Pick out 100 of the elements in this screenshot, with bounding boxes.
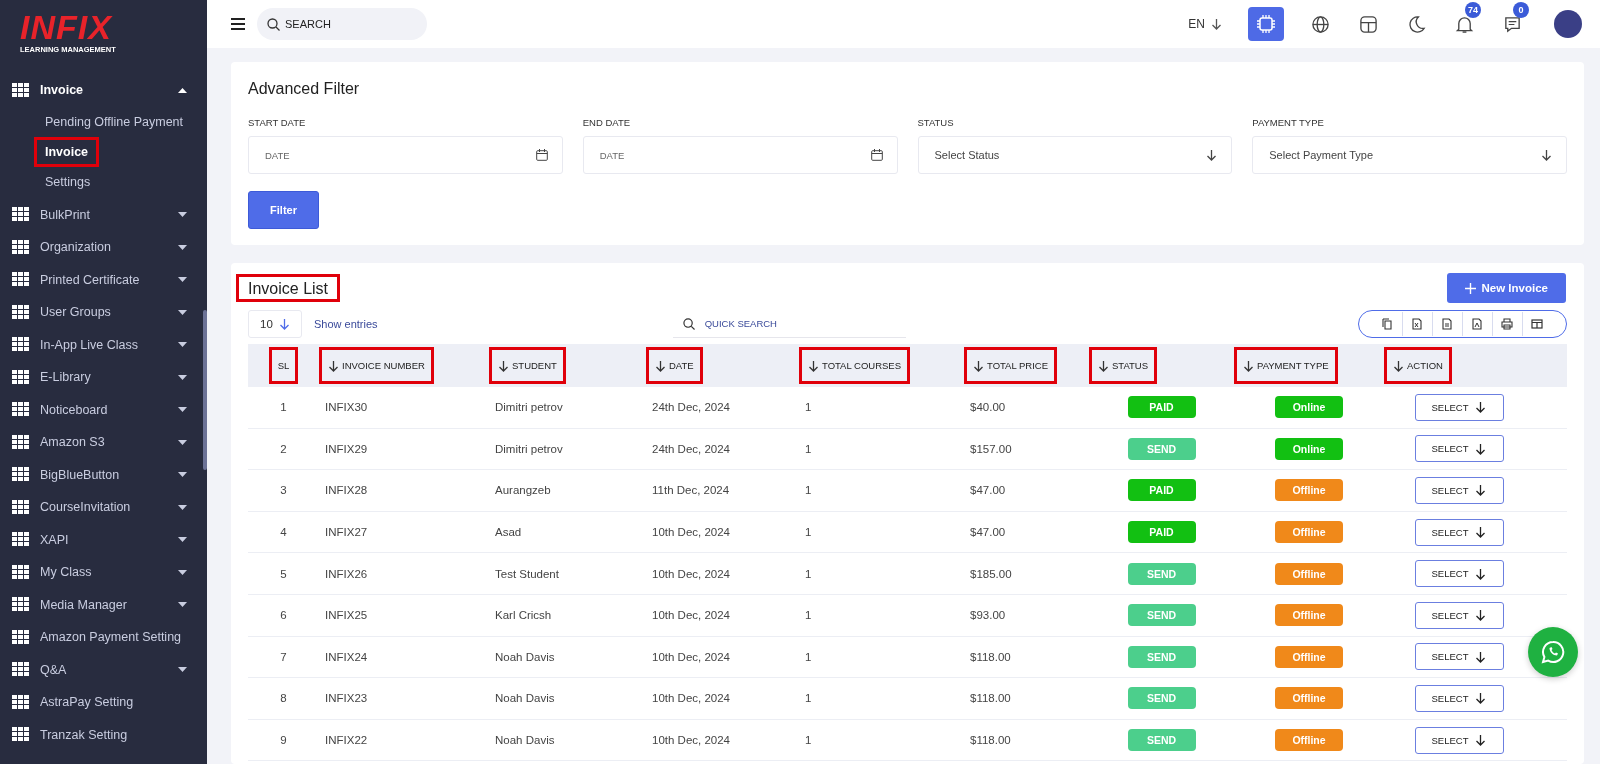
grid-icon xyxy=(12,727,29,743)
caret-icon xyxy=(178,244,187,250)
page-size-select[interactable]: 10 xyxy=(248,310,302,338)
grid-icon xyxy=(12,402,29,418)
table-cell-text: 4 xyxy=(279,526,288,539)
layout-icon[interactable] xyxy=(1358,14,1378,34)
select-dropdown-button[interactable]: SELECT xyxy=(1414,393,1504,421)
arrow-down-icon xyxy=(1211,18,1222,30)
search-field[interactable]: SEARCH xyxy=(257,8,427,40)
globe-icon[interactable] xyxy=(1310,14,1330,34)
sidebar-item[interactable]: My Class xyxy=(0,556,207,589)
scrollbar-thumb[interactable] xyxy=(203,310,207,470)
sidebar-item[interactable]: Amazon Payment Setting xyxy=(0,621,207,654)
language-dropdown[interactable]: EN xyxy=(1188,17,1222,31)
caret-icon xyxy=(178,87,187,93)
payment-type-badge: Online xyxy=(1275,396,1343,419)
select-dropdown-button[interactable]: SELECT xyxy=(1414,518,1504,546)
sort-arrow-icon xyxy=(1393,359,1404,372)
grid-icon xyxy=(12,82,29,98)
table-cell-text: $185.00 xyxy=(969,567,1013,580)
caret-icon xyxy=(178,407,187,413)
select-field[interactable]: Select Payment Type xyxy=(1252,136,1567,174)
menu-icon[interactable] xyxy=(231,18,245,30)
caret-icon xyxy=(178,277,187,283)
avatar[interactable] xyxy=(1554,10,1582,38)
table-cell-text: INFIX22 xyxy=(324,734,369,747)
new-invoice-button[interactable]: New Invoice xyxy=(1446,273,1566,303)
grid-icon xyxy=(12,694,29,710)
table-cell-text: 5 xyxy=(279,567,288,580)
submenu-item[interactable]: Pending Offline Payment xyxy=(34,106,195,137)
table-cell-text: 1 xyxy=(804,401,813,414)
sidebar-item[interactable]: Q&A xyxy=(0,653,207,686)
column-header[interactable]: STATUS xyxy=(1089,347,1158,384)
table-cell-text: 10th Dec, 2024 xyxy=(651,609,731,622)
grid-icon xyxy=(12,467,29,483)
submenu-item[interactable]: Settings xyxy=(34,166,102,197)
submenu-item[interactable]: Invoice xyxy=(34,136,100,167)
table-cell-text: 11th Dec, 2024 xyxy=(651,484,731,497)
column-header[interactable]: DATE xyxy=(646,347,703,384)
column-header[interactable]: ACTION xyxy=(1384,347,1452,384)
column-header[interactable]: SL xyxy=(268,347,299,384)
sidebar-item[interactable]: Organization xyxy=(0,231,207,264)
sidebar-item[interactable]: Media Manager xyxy=(0,588,207,621)
sidebar-item[interactable]: Invoice xyxy=(0,74,207,107)
message-count: 0 xyxy=(1513,2,1529,18)
table-cell-text: 1 xyxy=(804,484,813,497)
select-field[interactable]: Select Status xyxy=(917,136,1233,174)
sidebar-item[interactable]: AstraPay Setting xyxy=(0,686,207,719)
select-dropdown-button[interactable]: SELECT xyxy=(1414,435,1504,463)
table-cell-text: INFIX24 xyxy=(324,650,369,663)
print-icon[interactable] xyxy=(1501,318,1514,330)
table-cell-text: $93.00 xyxy=(969,609,1007,622)
sidebar-item[interactable]: Amazon S3 xyxy=(0,426,207,459)
sidebar-item[interactable]: User Groups xyxy=(0,296,207,329)
pdf-file-icon[interactable] xyxy=(1471,318,1484,330)
sidebar-item[interactable]: BulkPrint xyxy=(0,198,207,231)
grid-icon xyxy=(12,662,29,678)
status-badge: PAID xyxy=(1127,396,1196,419)
sidebar-item[interactable]: CourseInvitation xyxy=(0,491,207,524)
sidebar-item[interactable]: Printed Certificate xyxy=(0,263,207,296)
sidebar-item[interactable]: Tranzak Setting xyxy=(0,718,207,751)
copy-icon[interactable] xyxy=(1381,318,1394,330)
select-dropdown-button[interactable]: SELECT xyxy=(1414,560,1504,588)
bell-icon[interactable] xyxy=(1454,14,1474,34)
sidebar-item[interactable]: E-Library xyxy=(0,361,207,394)
sidebar-item[interactable]: BigBlueButton xyxy=(0,458,207,491)
status-badge: SEND xyxy=(1127,437,1196,460)
select-dropdown-button[interactable]: SELECT xyxy=(1414,684,1504,712)
columns-icon[interactable] xyxy=(1531,318,1544,330)
arrow-down-icon xyxy=(1475,526,1487,539)
sidebar-item[interactable]: Noticeboard xyxy=(0,393,207,426)
ai-chip-button[interactable] xyxy=(1248,7,1284,41)
filter-button[interactable]: Filter xyxy=(248,191,319,229)
sidebar-item[interactable]: In-App Live Class xyxy=(0,328,207,361)
date-field[interactable]: DATE xyxy=(248,136,563,174)
column-header[interactable]: INVOICE NUMBER xyxy=(319,347,434,384)
column-header[interactable]: TOTAL COURSES xyxy=(799,347,910,384)
calendar-icon xyxy=(870,149,883,161)
select-dropdown-button[interactable]: SELECT xyxy=(1414,643,1504,671)
select-dropdown-button[interactable]: SELECT xyxy=(1414,601,1504,629)
column-header[interactable]: PAYMENT TYPE xyxy=(1234,347,1338,384)
sort-arrow-icon xyxy=(973,359,984,372)
select-dropdown-button[interactable]: SELECT xyxy=(1414,477,1504,504)
moon-icon[interactable] xyxy=(1406,14,1426,34)
status-badge: SEND xyxy=(1127,562,1196,585)
grid-icon xyxy=(12,564,29,580)
caret-icon xyxy=(178,212,187,218)
date-field[interactable]: DATE xyxy=(582,136,898,174)
spreadsheet-file-icon[interactable] xyxy=(1411,318,1424,330)
select-dropdown-button[interactable]: SELECT xyxy=(1414,726,1504,754)
column-header[interactable]: STUDENT xyxy=(489,347,566,384)
grid-icon xyxy=(12,369,29,385)
payment-type-badge: Offline xyxy=(1275,521,1343,544)
caret-icon xyxy=(178,439,187,445)
sort-arrow-icon xyxy=(808,359,819,372)
sidebar-item[interactable]: XAPI xyxy=(0,523,207,556)
document-icon[interactable] xyxy=(1441,318,1454,330)
table-cell-text: 1 xyxy=(804,609,813,622)
chat-icon[interactable] xyxy=(1502,14,1522,34)
column-header[interactable]: TOTAL PRICE xyxy=(964,347,1058,384)
